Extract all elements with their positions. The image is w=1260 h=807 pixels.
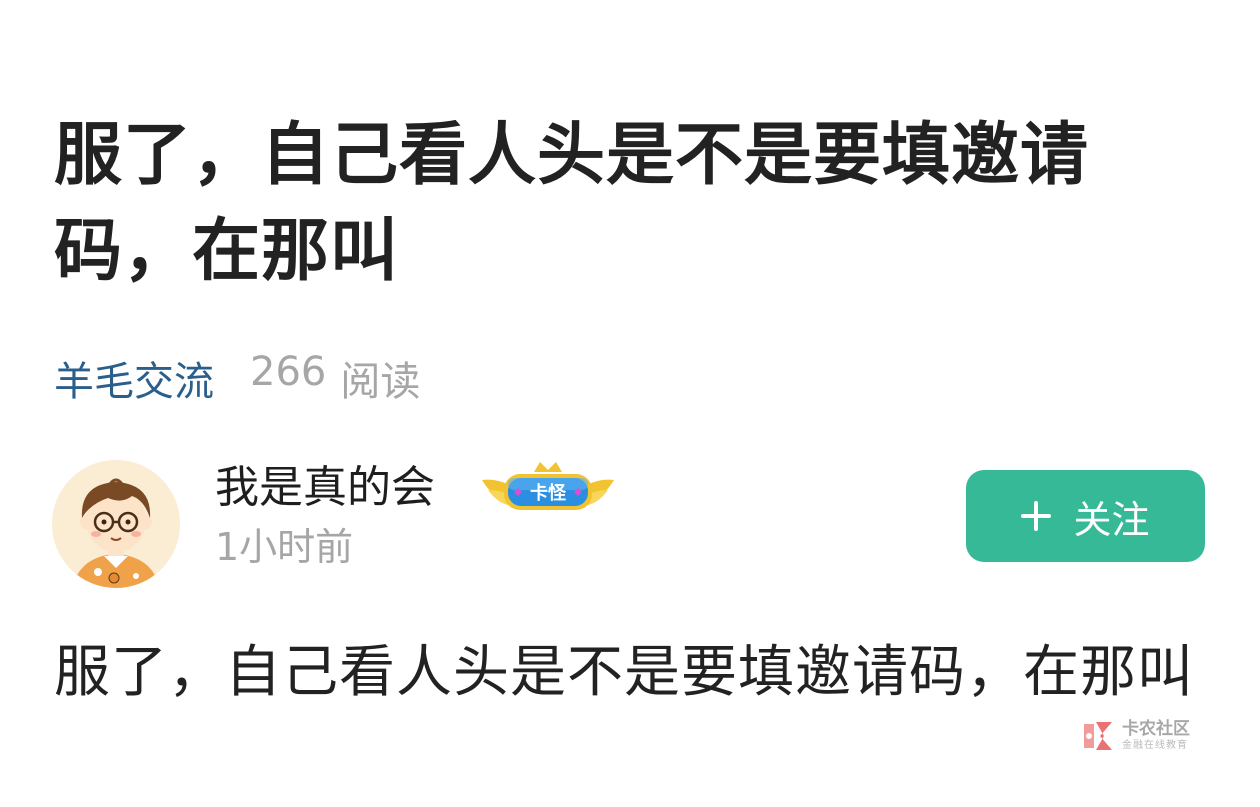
read-count-label: 阅读 bbox=[340, 359, 421, 405]
follow-button-label: 关注 bbox=[1073, 497, 1150, 542]
kanong-logo-icon bbox=[1084, 722, 1112, 750]
watermark-name: 卡农社区 bbox=[1122, 719, 1190, 739]
follow-button[interactable]: 关注 bbox=[966, 470, 1205, 562]
post-title: 服了，自己看人头是不是要填邀请码，在那叫 bbox=[54, 116, 1090, 291]
avatar[interactable] bbox=[52, 460, 180, 588]
author-name[interactable]: 我是真的会 bbox=[215, 460, 435, 516]
read-count-value: 266 bbox=[250, 349, 327, 395]
watermark: 卡农社区 金融在线教育 bbox=[1080, 718, 1190, 754]
plus-icon bbox=[1021, 501, 1052, 531]
cartoon-boy-avatar-icon bbox=[52, 460, 180, 588]
badge-wings-icon: 卡怪 bbox=[482, 462, 614, 510]
read-count: 266 阅读 bbox=[250, 349, 420, 407]
post-meta: 羊毛交流 266 阅读 bbox=[54, 348, 420, 408]
badge-label: 卡怪 bbox=[530, 482, 567, 504]
post-time: 1小时前 bbox=[215, 525, 354, 569]
post-body: 服了，自己看人头是不是要填邀请码，在那叫 bbox=[54, 640, 1194, 705]
watermark-slogan: 金融在线教育 bbox=[1122, 740, 1188, 751]
author-badge: 卡怪 bbox=[478, 458, 618, 520]
category-link[interactable]: 羊毛交流 bbox=[54, 349, 214, 407]
